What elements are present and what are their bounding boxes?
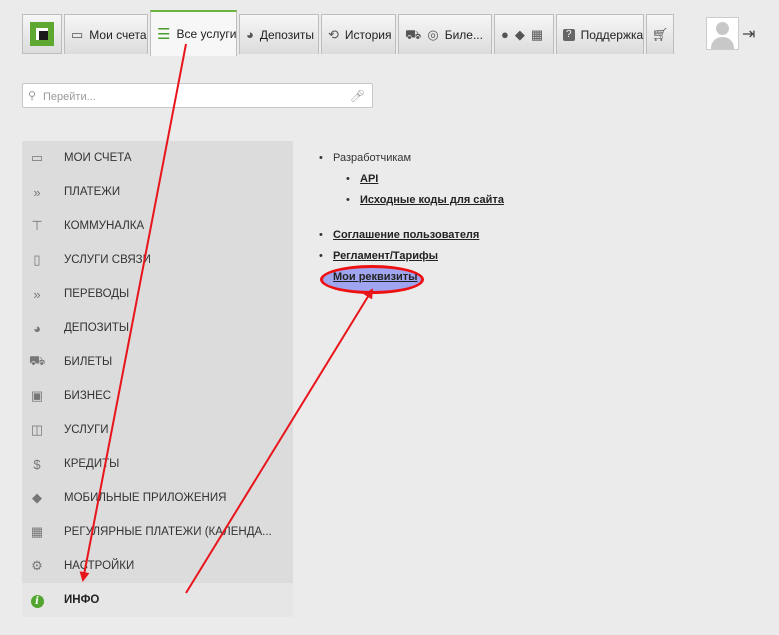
microphone-icon[interactable]: 🎤︎ bbox=[350, 89, 365, 103]
faucet-icon: ⊤ bbox=[31, 218, 43, 233]
logo-icon bbox=[30, 22, 54, 46]
menu-item-info[interactable]: i ИНФО bbox=[22, 583, 293, 617]
menu-item-regular-payments[interactable]: ▦ РЕГУЛЯРНЫЕ ПЛАТЕЖИ (КАЛЕНДА... bbox=[22, 515, 293, 549]
user-avatar[interactable] bbox=[706, 17, 739, 50]
api-link[interactable]: API bbox=[360, 173, 378, 185]
user-agreement-link[interactable]: Соглашение пользователя bbox=[333, 229, 479, 241]
menu-item-transfers[interactable]: » ПЕРЕВОДЫ bbox=[22, 277, 293, 311]
piggy-bank-icon: ◕ bbox=[33, 320, 41, 336]
card-icon: ▭ bbox=[71, 27, 84, 42]
piggy-bank-icon: ◕ bbox=[246, 27, 254, 42]
menu-item-utilities[interactable]: ⊤ КОММУНАЛКА bbox=[22, 209, 293, 243]
menu-item-label: ИНФО bbox=[64, 594, 100, 606]
android-icon: ◆ bbox=[32, 490, 42, 505]
search-icon: ⚲ bbox=[28, 90, 37, 102]
windows-icon: ▦ bbox=[530, 27, 544, 42]
services-menu: ▭ МОИ СЧЕТА » ПЛАТЕЖИ ⊤ КОММУНАЛКА ▯ УСЛ… bbox=[22, 141, 293, 617]
menu-item-tickets[interactable]: ⛟ БИЛЕТЫ bbox=[22, 345, 293, 379]
menu-item-label: КРЕДИТЫ bbox=[64, 458, 120, 470]
menu-item-payments[interactable]: » ПЛАТЕЖИ bbox=[22, 175, 293, 209]
android-icon: ◆ bbox=[514, 27, 525, 42]
menu-item-credits[interactable]: $ КРЕДИТЫ bbox=[22, 447, 293, 481]
menu-item-label: БИЛЕТЫ bbox=[64, 356, 113, 368]
logout-icon[interactable]: ⇥ bbox=[742, 24, 755, 44]
menu-item-deposits[interactable]: ◕ ДЕПОЗИТЫ bbox=[22, 311, 293, 345]
list-item-api: • API bbox=[346, 173, 379, 185]
source-code-link[interactable]: Исходные коды для сайта bbox=[360, 194, 504, 206]
list-item-source-code: • Исходные коды для сайта bbox=[346, 194, 504, 206]
tab-mobile-apps[interactable]: ● ◆ ▦ bbox=[494, 14, 554, 54]
list-item-requisites: Мои реквизиты bbox=[333, 271, 418, 283]
tab-history[interactable]: ⟲ История bbox=[321, 14, 396, 54]
list-item-agreement: • Соглашение пользователя bbox=[319, 229, 480, 241]
tab-all-services[interactable]: ☰ Все услуги bbox=[150, 10, 237, 56]
tab-my-accounts[interactable]: ▭ Мои счета bbox=[64, 14, 148, 54]
menu-item-label: ПЛАТЕЖИ bbox=[64, 186, 121, 198]
menu-item-telecom[interactable]: ▯ УСЛУГИ СВЯЗИ bbox=[22, 243, 293, 277]
menu-item-mobile-apps[interactable]: ◆ МОБИЛЬНЫЕ ПРИЛОЖЕНИЯ bbox=[22, 481, 293, 515]
list-item-developers: • Разработчикам bbox=[319, 152, 412, 164]
menu-item-label: МОБИЛЬНЫЕ ПРИЛОЖЕНИЯ bbox=[64, 492, 227, 504]
menu-item-settings[interactable]: ⚙ НАСТРОЙКИ bbox=[22, 549, 293, 583]
tab-cart[interactable]: 🛒︎ bbox=[646, 14, 674, 54]
my-requisites-link[interactable]: Мои реквизиты bbox=[333, 271, 418, 283]
cart-icon: 🛒︎ bbox=[651, 27, 669, 42]
list-icon: ☰ bbox=[157, 25, 171, 43]
briefcase-icon: ▣ bbox=[30, 388, 44, 403]
calendar-icon: ▦ bbox=[30, 524, 44, 539]
tickets-icon: ⛟ bbox=[405, 27, 422, 42]
menu-item-my-accounts[interactable]: ▭ МОИ СЧЕТА bbox=[22, 141, 293, 175]
menu-item-label: МОИ СЧЕТА bbox=[64, 152, 132, 164]
box-icon: ◫ bbox=[30, 422, 44, 437]
menu-item-label: УСЛУГИ bbox=[64, 424, 109, 436]
menu-item-label: УСЛУГИ СВЯЗИ bbox=[64, 254, 151, 266]
menu-item-label: ПЕРЕВОДЫ bbox=[64, 288, 130, 300]
gear-icon: ⚙ bbox=[31, 558, 43, 573]
history-icon: ⟲ bbox=[328, 27, 339, 42]
search-input[interactable] bbox=[41, 87, 355, 107]
menu-item-label: НАСТРОЙКИ bbox=[64, 560, 135, 572]
menu-item-label: РЕГУЛЯРНЫЕ ПЛАТЕЖИ (КАЛЕНДА... bbox=[64, 526, 272, 538]
phone-icon: ▯ bbox=[33, 252, 41, 267]
list-item-tariffs: • Регламент/Тарифы bbox=[319, 250, 438, 262]
tab-tickets[interactable]: ⛟ ◎ Биле... bbox=[398, 14, 492, 54]
card-icon: ▭ bbox=[30, 150, 44, 165]
globe-icon: ◎ bbox=[427, 27, 439, 42]
menu-item-services[interactable]: ◫ УСЛУГИ bbox=[22, 413, 293, 447]
tickets-icon: ⛟ bbox=[29, 353, 46, 368]
double-chevron-icon: » bbox=[33, 184, 41, 200]
info-icon: i bbox=[29, 592, 45, 608]
apple-icon: ● bbox=[501, 27, 509, 42]
menu-item-label: ДЕПОЗИТЫ bbox=[64, 322, 130, 334]
tab-deposits[interactable]: ◕ Депозиты bbox=[239, 14, 319, 54]
top-navigation-bar: ▭ Мои счета ☰ Все услуги ◕ Депозиты ⟲ Ис… bbox=[0, 0, 779, 56]
tab-support[interactable]: ? Поддержка bbox=[556, 14, 644, 54]
money-bag-icon: $ bbox=[33, 456, 41, 472]
menu-item-business[interactable]: ▣ БИЗНЕС bbox=[22, 379, 293, 413]
double-chevron-icon: » bbox=[33, 286, 41, 302]
tariffs-link[interactable]: Регламент/Тарифы bbox=[333, 250, 438, 262]
menu-item-label: КОММУНАЛКА bbox=[64, 220, 145, 232]
support-icon: ? bbox=[563, 28, 575, 41]
privatbank-logo[interactable] bbox=[22, 14, 62, 54]
menu-item-label: БИЗНЕС bbox=[64, 390, 112, 402]
search-box: ⚲ 🎤︎ bbox=[22, 83, 373, 108]
